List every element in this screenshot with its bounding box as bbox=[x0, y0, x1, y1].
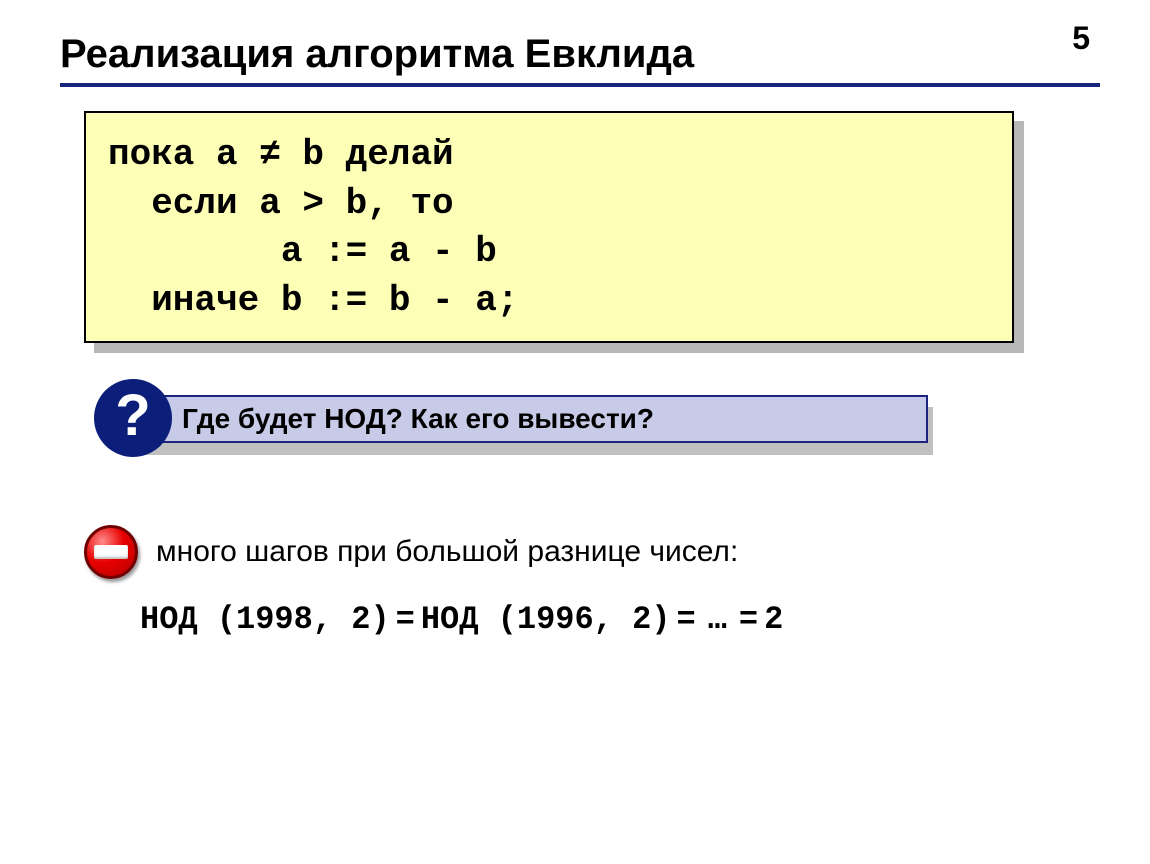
title-rule bbox=[60, 83, 1100, 87]
code-line: a := a - b bbox=[108, 231, 497, 272]
code-block: пока a ≠ b делай если a > b, то a := a -… bbox=[84, 111, 1014, 343]
warning-note: много шагов при большой разнице чисел: bbox=[84, 525, 1100, 579]
slide-title: Реализация алгоритма Евклида bbox=[60, 32, 1100, 77]
slide: 5 Реализация алгоритма Евклида пока a ≠ … bbox=[0, 0, 1150, 864]
stop-icon bbox=[84, 525, 138, 579]
code-block-body: пока a ≠ b делай если a > b, то a := a -… bbox=[84, 111, 1014, 343]
warning-text: много шагов при большой разнице чисел: bbox=[156, 535, 738, 569]
nod-term: НОД (1998, 2) bbox=[140, 601, 390, 638]
page-number: 5 bbox=[1072, 20, 1090, 57]
dots: … bbox=[708, 601, 727, 638]
question-mark-glyph: ? bbox=[115, 387, 150, 445]
code-line: иначе b := b - a; bbox=[108, 280, 518, 321]
question-callout: ? Где будет НОД? Как его вывести? bbox=[84, 395, 930, 443]
equals-sign: = bbox=[396, 601, 415, 638]
equals-sign: = bbox=[676, 601, 695, 638]
equals-sign: = bbox=[739, 601, 758, 638]
question-bar: Где будет НОД? Как его вывести? bbox=[132, 395, 928, 443]
nod-term: НОД (1996, 2) bbox=[421, 601, 671, 638]
code-line: пока a ≠ b делай bbox=[108, 134, 454, 175]
nod-result: 2 bbox=[764, 601, 783, 638]
question-mark-icon: ? bbox=[94, 379, 172, 457]
code-line: если a > b, то bbox=[108, 183, 454, 224]
nod-example: НОД (1998, 2)=НОД (1996, 2)=…=2 bbox=[140, 601, 1100, 638]
question-text: Где будет НОД? Как его вывести? bbox=[182, 403, 654, 435]
